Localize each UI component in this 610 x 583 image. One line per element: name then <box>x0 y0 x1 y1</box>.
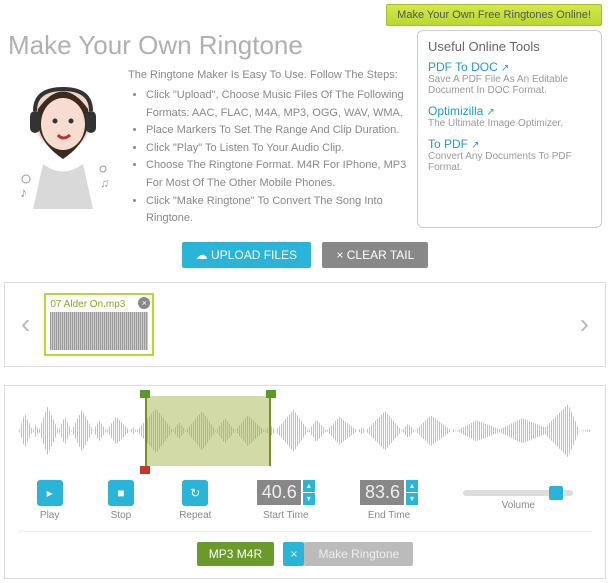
sidebar-heading: Useful Online Tools <box>428 39 591 54</box>
waveform[interactable] <box>19 396 591 466</box>
step-item: Click "Play" To Listen To Your Audio Cli… <box>146 140 407 158</box>
step-item: Click "Make Ringtone" To Convert The Son… <box>146 193 407 228</box>
volume-slider[interactable] <box>463 490 573 496</box>
play-button[interactable]: ▸ <box>37 480 63 506</box>
waveform-graphic <box>19 396 591 466</box>
svg-text:♫: ♫ <box>100 176 109 190</box>
close-icon[interactable]: × <box>283 542 304 566</box>
banner-cta[interactable]: Make Your Own Free Ringtones Online! <box>386 4 602 26</box>
selection-range[interactable] <box>145 396 271 466</box>
repeat-label: Repeat <box>179 510 211 521</box>
carousel-next-icon[interactable]: › <box>574 308 595 340</box>
audio-editor: ▸ Play ■ Stop ↻ Repeat 40.6 ▴ ▾ Start Ti… <box>4 385 606 579</box>
external-icon: ↗ <box>501 63 509 74</box>
intro-lead: The Ringtone Maker Is Easy To Use. Follo… <box>128 69 407 81</box>
start-time-down[interactable]: ▾ <box>303 493 315 505</box>
file-name: 07 Alder On.mp3 <box>50 299 148 310</box>
file-remove-icon[interactable]: × <box>138 297 150 309</box>
repeat-button[interactable]: ↻ <box>182 480 208 506</box>
stop-button[interactable]: ■ <box>108 480 134 506</box>
carousel-prev-icon[interactable]: ‹ <box>15 308 36 340</box>
tool-link-to-pdf[interactable]: To PDF <box>428 137 468 151</box>
start-time-label: Start Time <box>257 510 315 521</box>
start-time-up[interactable]: ▴ <box>303 480 315 492</box>
format-toggle-button[interactable]: MP3 M4R <box>197 542 274 566</box>
svg-text:♪: ♪ <box>20 184 27 200</box>
page-title: Make Your Own Ringtone <box>8 30 407 61</box>
volume-label: Volume <box>463 500 573 511</box>
stop-label: Stop <box>108 510 134 521</box>
external-icon: ↗ <box>486 107 494 118</box>
file-thumbnail-wave <box>50 312 148 350</box>
tool-link-optimizilla[interactable]: Optimizilla <box>428 104 483 118</box>
volume-thumb[interactable] <box>549 486 563 500</box>
hero-illustration: ♪ ♫ <box>8 69 118 209</box>
playhead-handle[interactable] <box>140 466 150 474</box>
range-start-handle[interactable] <box>140 390 150 398</box>
start-time-value[interactable]: 40.6 <box>257 480 301 505</box>
range-end-handle[interactable] <box>266 390 276 398</box>
file-carousel: ‹ 07 Alder On.mp3 × › <box>4 282 606 367</box>
end-time-down[interactable]: ▾ <box>406 493 418 505</box>
step-item: Click "Upload", Choose Music Files Of Th… <box>146 87 407 122</box>
step-item: Choose The Ringtone Format. M4R For IPho… <box>146 157 407 192</box>
step-item: Place Markers To Set The Range And Clip … <box>146 122 407 140</box>
make-ringtone-button[interactable]: Make Ringtone <box>304 542 413 566</box>
tool-desc: Save A PDF File As An Editable Document … <box>428 74 591 96</box>
tool-desc: The Ultimate Image Optimizer. <box>428 118 591 129</box>
file-tile[interactable]: 07 Alder On.mp3 × <box>44 293 154 356</box>
end-time-up[interactable]: ▴ <box>406 480 418 492</box>
tool-link-pdf-to-doc[interactable]: PDF To DOC <box>428 60 498 74</box>
external-icon: ↗ <box>471 140 479 151</box>
steps-list: Click "Upload", Choose Music Files Of Th… <box>128 87 407 228</box>
tool-desc: Convert Any Documents To PDF Format. <box>428 151 591 173</box>
end-time-label: End Time <box>360 510 418 521</box>
upload-files-button[interactable]: UPLOAD FILES <box>182 242 311 268</box>
clear-tail-button[interactable]: CLEAR TAIL <box>322 242 428 268</box>
end-time-value[interactable]: 83.6 <box>360 480 404 505</box>
play-label: Play <box>37 510 63 521</box>
sidebar-tools: Useful Online Tools PDF To DOC ↗ Save A … <box>417 30 602 228</box>
